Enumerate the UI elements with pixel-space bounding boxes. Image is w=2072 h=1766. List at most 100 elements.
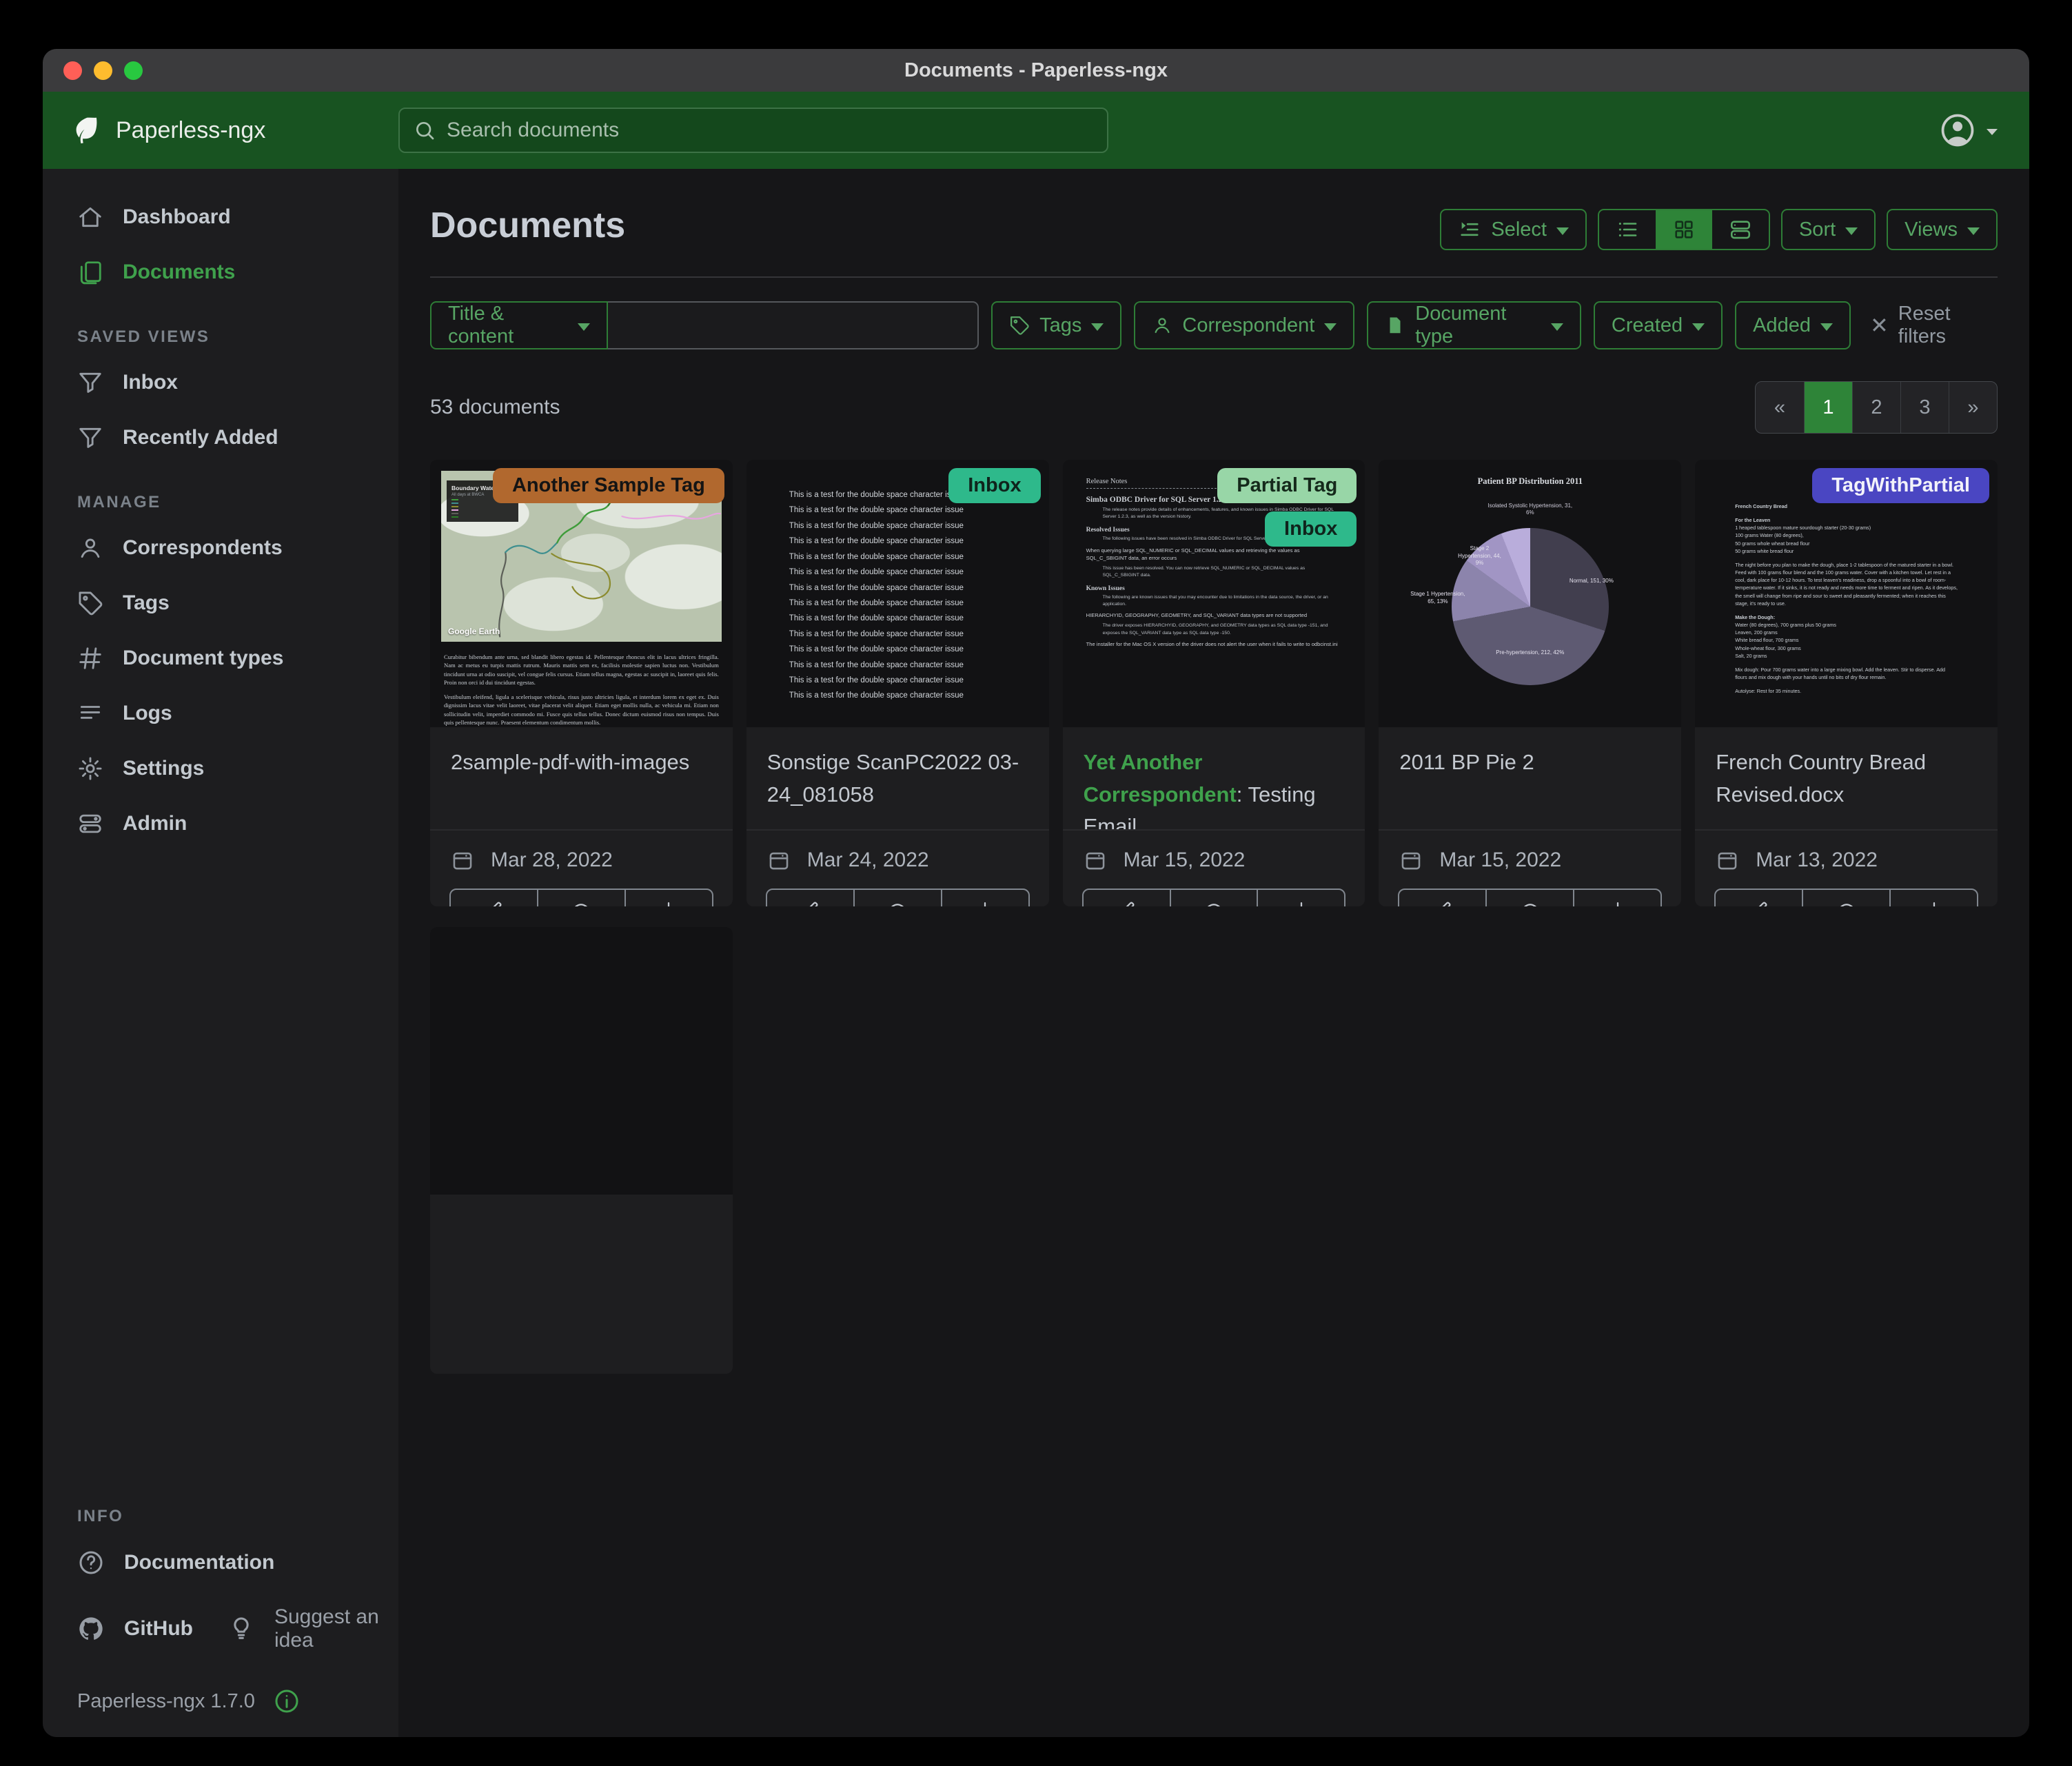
reset-filters-button[interactable]: ✕ Reset filters	[1870, 303, 1998, 348]
sidebar-item-inbox[interactable]: Inbox	[43, 355, 398, 410]
tag-badge[interactable]: Inbox	[948, 468, 1040, 503]
funnel-icon	[77, 369, 103, 396]
close-window-button[interactable]	[63, 61, 82, 80]
edit-document-button[interactable]	[1082, 889, 1171, 906]
view-document-button[interactable]	[1170, 889, 1259, 906]
chevron-down-icon	[1967, 227, 1980, 235]
title-content-filter: Title & content	[430, 301, 979, 349]
document-title[interactable]: French Country Bread Revised.docx	[1716, 747, 1977, 811]
pagination-next-button[interactable]: »	[1949, 382, 1997, 433]
download-document-button[interactable]	[1257, 889, 1345, 906]
added-filter-button[interactable]: Added	[1735, 301, 1851, 349]
tag-badge[interactable]: Another Sample Tag	[493, 468, 724, 503]
view-document-button[interactable]	[853, 889, 942, 906]
sidebar-item-tags[interactable]: Tags	[43, 576, 398, 631]
info-circle-icon[interactable]	[273, 1687, 301, 1715]
sidebar-item-dashboard[interactable]: Dashboard	[43, 190, 398, 245]
document-thumbnail[interactable]: Patient BP Distribution 2011Normal, 151,…	[1379, 460, 1681, 727]
pagination-prev-button[interactable]: «	[1756, 382, 1804, 433]
document-type-filter-button[interactable]: Document type	[1367, 301, 1581, 349]
title-content-input[interactable]	[608, 301, 979, 349]
pagination-page-button-1[interactable]: 1	[1804, 382, 1852, 433]
global-search-input[interactable]: Search documents	[398, 108, 1108, 153]
question-circle-icon	[77, 1549, 105, 1576]
tag-badge[interactable]: Partial Tag	[1217, 468, 1357, 503]
document-title[interactable]: 2sample-pdf-with-images	[451, 747, 712, 779]
document-date-row: Mar 28, 2022	[430, 831, 733, 883]
sidebar-item-recently-added[interactable]: Recently Added	[43, 410, 398, 465]
view-mode-grid-button[interactable]	[1656, 210, 1712, 249]
download-document-button[interactable]	[1889, 889, 1978, 906]
sort-dropdown-button[interactable]: Sort	[1781, 209, 1876, 250]
sidebar-item-label: Recently Added	[123, 426, 278, 449]
title-content-dropdown-button[interactable]: Title & content	[430, 301, 608, 349]
minimize-window-button[interactable]	[94, 61, 112, 80]
edit-document-button[interactable]	[1398, 889, 1487, 906]
window-controls	[63, 49, 143, 92]
sidebar-item-documents[interactable]: Documents	[43, 245, 398, 300]
document-thumbnail[interactable]	[430, 927, 733, 1195]
sidebar-item-document-types[interactable]: Document types	[43, 631, 398, 686]
select-dropdown-button[interactable]: Select	[1440, 209, 1587, 250]
download-document-button[interactable]	[624, 889, 713, 906]
document-title-area: Sonstige ScanPC2022 03-24_081058	[746, 727, 1049, 831]
view-mode-detail-button[interactable]	[1712, 210, 1769, 249]
document-title[interactable]: Sonstige ScanPC2022 03-24_081058	[767, 747, 1028, 811]
chevron-down-icon	[1556, 227, 1569, 235]
chevron-down-icon	[578, 323, 590, 331]
sidebar-item-documentation[interactable]: Documentation	[43, 1534, 398, 1591]
document-date-row: Mar 15, 2022	[1379, 831, 1681, 883]
pagination-page-button-2[interactable]: 2	[1852, 382, 1900, 433]
tag-badge[interactable]: TagWithPartial	[1812, 468, 1989, 503]
sidebar-item-correspondents[interactable]: Correspondents	[43, 520, 398, 576]
tag-list: TagWithPartial	[1812, 468, 1989, 503]
document-title[interactable]: 2011 BP Pie 2	[1399, 747, 1660, 779]
sidebar-item-suggest-idea[interactable]: Suggest an idea	[193, 1591, 398, 1667]
document-actions	[449, 889, 713, 906]
calendar-icon	[767, 849, 791, 872]
edit-icon	[1116, 900, 1137, 906]
tags-filter-button[interactable]: Tags	[991, 301, 1121, 349]
admin-icon	[77, 811, 103, 837]
view-mode-list-button[interactable]	[1599, 210, 1656, 249]
sidebar-item-label: Correspondents	[123, 536, 283, 560]
page-title: Documents	[430, 206, 625, 245]
correspondent-filter-label: Correspondent	[1182, 314, 1314, 337]
sidebar-item-logs[interactable]: Logs	[43, 686, 398, 741]
tag-badge[interactable]: Inbox	[1265, 511, 1357, 547]
sidebar-item-label: Settings	[123, 757, 204, 780]
correspondent-filter-button[interactable]: Correspondent	[1134, 301, 1354, 349]
sidebar-item-admin[interactable]: Admin	[43, 796, 398, 851]
sidebar-item-settings[interactable]: Settings	[43, 741, 398, 796]
user-menu[interactable]	[1938, 111, 1998, 150]
document-title[interactable]: Yet Another Correspondent: Testing Email	[1084, 747, 1345, 831]
view-document-button[interactable]	[1802, 889, 1891, 906]
download-document-button[interactable]	[941, 889, 1030, 906]
sidebar-item-label: GitHub	[124, 1617, 193, 1641]
gear-icon	[77, 755, 103, 782]
document-actions	[1398, 889, 1662, 906]
document-title-area: 2011 BP Pie 2	[1379, 727, 1681, 831]
edit-document-button[interactable]	[766, 889, 855, 906]
pagination-page-button-3[interactable]: 3	[1900, 382, 1949, 433]
eye-icon	[1836, 900, 1857, 906]
sidebar-item-label: Inbox	[123, 371, 178, 394]
app-brand[interactable]: Paperless-ngx	[70, 114, 398, 146]
reset-filters-label: Reset filters	[1898, 303, 1998, 348]
main-content: Documents Select Sort	[398, 169, 2029, 1737]
views-dropdown-button[interactable]: Views	[1887, 209, 1998, 250]
sidebar-item-github[interactable]: GitHub	[43, 1601, 193, 1657]
sidebar-section-header-info: INFO	[43, 1479, 398, 1534]
edit-document-button[interactable]	[1714, 889, 1803, 906]
created-filter-button[interactable]: Created	[1594, 301, 1723, 349]
zoom-window-button[interactable]	[124, 61, 143, 80]
edit-document-button[interactable]	[449, 889, 538, 906]
eye-icon	[571, 900, 591, 906]
grid-view-icon	[1672, 218, 1696, 241]
download-document-button[interactable]	[1573, 889, 1662, 906]
document-actions	[766, 889, 1030, 906]
sidebar-item-label: Dashboard	[123, 205, 231, 229]
view-document-button[interactable]	[537, 889, 626, 906]
document-correspondent[interactable]: Yet Another Correspondent	[1084, 750, 1237, 806]
view-document-button[interactable]	[1485, 889, 1574, 906]
